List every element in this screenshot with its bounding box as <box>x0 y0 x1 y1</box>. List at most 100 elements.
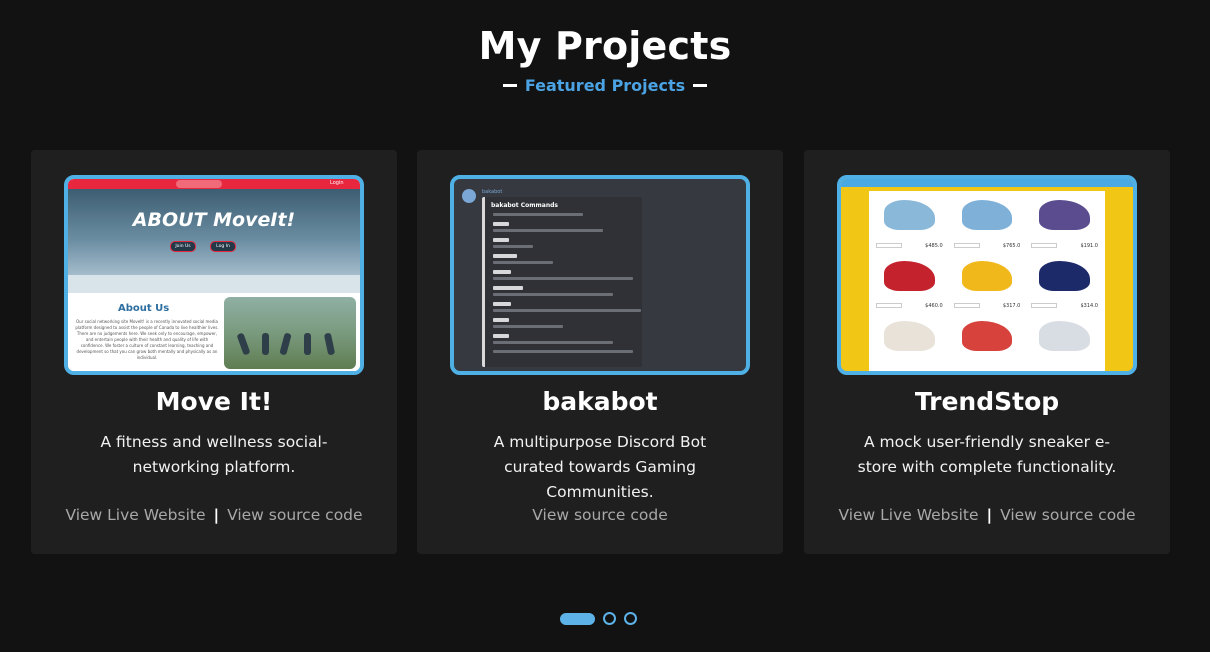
view-live-link[interactable]: View Live Website <box>838 506 978 524</box>
thumb-login-button: Log In <box>210 241 236 252</box>
person <box>304 333 311 355</box>
embed-line <box>493 261 553 264</box>
project-thumbnail[interactable]: $485.0 $765.0 $191.0 $460.0 $317.0 $314.… <box>837 175 1137 375</box>
page-title: My Projects <box>478 24 732 68</box>
embed-line <box>493 254 517 258</box>
product-cell: $191.0 <box>1027 194 1102 252</box>
embed-line <box>493 341 613 344</box>
shoe-image <box>884 200 935 230</box>
link-separator: | <box>986 506 993 524</box>
project-links: View Live Website | View source code <box>31 506 397 524</box>
product-price: $460.0 <box>925 303 943 310</box>
thumb-nav: Login <box>68 179 360 189</box>
embed-line <box>493 334 509 338</box>
add-to-cart <box>876 303 902 309</box>
shoe-image <box>961 321 1013 352</box>
thumb-nav-pill <box>176 180 222 188</box>
shoe-image <box>1039 321 1090 352</box>
embed-line <box>493 318 509 322</box>
product-cell: $314.0 <box>1027 254 1102 313</box>
embed-line <box>493 222 509 226</box>
carousel-pagination <box>560 612 637 625</box>
project-description: A multipurpose Discord Bot curated towar… <box>493 433 707 501</box>
thumb-join-button: Join Us <box>170 241 196 252</box>
link-separator: | <box>213 506 220 524</box>
project-thumbnail[interactable]: Login ABOUT MoveIt! Join Us Log In About… <box>64 175 364 375</box>
add-to-cart <box>953 242 980 248</box>
project-title: TrendStop <box>914 387 1060 416</box>
embed-line <box>493 309 641 312</box>
project-description: A mock user-friendly sneaker e-store wit… <box>857 433 1117 476</box>
product-cell: $317.0 <box>949 254 1025 313</box>
shoe-image <box>1039 260 1090 291</box>
carousel-dot-1[interactable] <box>560 612 595 625</box>
person <box>262 333 269 355</box>
product-cell: $485.0 <box>872 194 947 252</box>
view-source-link[interactable]: View source code <box>1000 506 1136 524</box>
product-price: $317.0 <box>1002 303 1021 310</box>
subtitle-text: Featured Projects <box>524 76 686 95</box>
product-price: $314.0 <box>1080 303 1098 310</box>
bot-avatar <box>462 189 476 203</box>
product-price: $485.0 <box>925 242 943 249</box>
embed-line <box>493 302 511 306</box>
bot-name: bakabot <box>482 189 503 195</box>
embed-line <box>493 245 533 248</box>
shoe-image <box>1039 200 1090 230</box>
product-price: $765.0 <box>1002 242 1021 249</box>
embed-line <box>493 277 633 280</box>
embed-line <box>493 325 563 328</box>
project-links: View Live Website | View source code <box>804 506 1170 524</box>
thumb-topbar <box>841 179 1133 187</box>
project-title: bakabot <box>542 387 658 416</box>
section-subtitle: Featured Projects <box>0 76 1210 95</box>
add-to-cart <box>876 242 902 248</box>
product-cell <box>872 315 947 371</box>
section-header: My Projects Featured Projects <box>0 22 1210 95</box>
project-links: View source code <box>417 506 783 524</box>
view-source-link[interactable]: View source code <box>532 506 668 524</box>
project-card-move-it: Login ABOUT MoveIt! Join Us Log In About… <box>31 150 397 554</box>
product-price: $191.0 <box>1080 242 1098 249</box>
person <box>323 332 336 356</box>
view-source-link[interactable]: View source code <box>227 506 363 524</box>
person <box>279 332 292 356</box>
embed-title: bakabot Commands <box>491 202 558 209</box>
embed-line <box>493 229 603 232</box>
product-cell <box>1027 315 1102 371</box>
dash-left <box>502 84 517 87</box>
product-cell: $765.0 <box>949 194 1025 252</box>
add-to-cart <box>1031 303 1058 309</box>
shoe-image <box>884 260 935 291</box>
embed-line <box>493 213 583 216</box>
carousel-dot-3[interactable] <box>624 612 637 625</box>
thumb-about-heading: About Us <box>118 303 170 314</box>
project-description: A fitness and wellness social-networking… <box>100 433 328 476</box>
project-thumbnail[interactable]: bakabot bakabot Commands <box>450 175 750 375</box>
shoe-image <box>884 321 935 352</box>
thumb-hero-text: ABOUT MoveIt! <box>132 209 296 231</box>
project-card-trendstop: $485.0 $765.0 $191.0 $460.0 $317.0 $314.… <box>804 150 1170 554</box>
thumb-about-text: Our social networking site MoveIt! is a … <box>75 319 219 360</box>
dash-right <box>693 84 708 87</box>
embed-line <box>493 238 509 242</box>
product-cell: $460.0 <box>872 254 947 313</box>
embed-line <box>493 286 523 290</box>
add-to-cart <box>953 303 980 309</box>
embed-line <box>493 350 633 353</box>
embed-line <box>493 270 511 274</box>
project-card-bakabot: bakabot bakabot Commands bakabot A multi… <box>417 150 783 554</box>
product-grid: $485.0 $765.0 $191.0 $460.0 $317.0 $314.… <box>869 191 1105 371</box>
add-to-cart <box>1031 242 1058 248</box>
product-cell <box>949 315 1025 371</box>
thumb-about: About Us Our social networking site Move… <box>68 293 360 371</box>
project-title: Move It! <box>155 387 273 416</box>
view-live-link[interactable]: View Live Website <box>65 506 205 524</box>
shoe-image <box>961 260 1013 291</box>
bot-embed: bakabot Commands <box>482 197 642 367</box>
carousel-dot-2[interactable] <box>603 612 616 625</box>
embed-line <box>493 293 613 296</box>
thumb-photo <box>224 297 356 369</box>
thumb-hero: ABOUT MoveIt! Join Us Log In <box>68 189 360 275</box>
shoe-image <box>961 200 1013 230</box>
